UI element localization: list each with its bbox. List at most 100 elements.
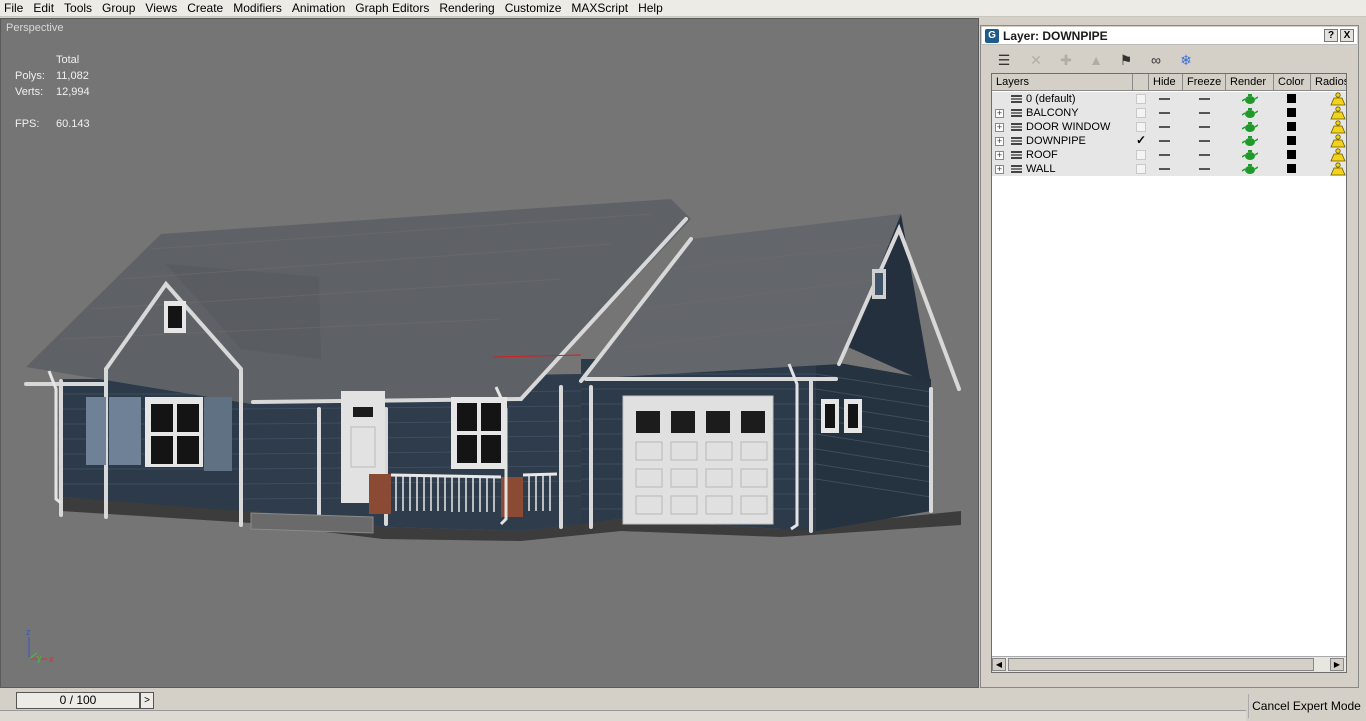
cancel-expert-mode-button[interactable]: Cancel Expert Mode (1248, 694, 1364, 718)
layer-dialog-title: Layer: DOWNPIPE (1003, 28, 1108, 43)
expand-icon[interactable]: + (995, 165, 1004, 174)
layer-color-swatch[interactable] (1287, 94, 1296, 103)
freeze-all-icon[interactable]: ❄ (1177, 51, 1195, 69)
radiosity-teapot-icon[interactable] (1330, 120, 1346, 134)
layer-icon (1011, 109, 1022, 117)
hide-toggle[interactable] (1159, 98, 1170, 100)
scroll-left-icon[interactable]: ◀ (992, 658, 1006, 671)
layer-name[interactable]: BALCONY (1026, 106, 1079, 120)
layer-dialog-titlebar[interactable]: G Layer: DOWNPIPE (982, 27, 1357, 45)
layer-icon (1011, 95, 1022, 103)
render-teapot-icon[interactable] (1242, 93, 1258, 105)
layer-color-swatch[interactable] (1287, 164, 1296, 173)
horizontal-scrollbar[interactable]: ◀ ▶ (992, 656, 1346, 672)
menu-maxscript[interactable]: MAXScript (566, 0, 633, 16)
menu-graph-editors[interactable]: Graph Editors (350, 0, 434, 16)
layer-name[interactable]: 0 (default) (1026, 92, 1076, 106)
layer-row[interactable]: + ROOF (992, 148, 1346, 162)
col-radios[interactable]: Radios (1311, 74, 1346, 91)
current-layer-checkbox[interactable] (1136, 164, 1146, 174)
freeze-toggle[interactable] (1199, 154, 1210, 156)
menu-tools[interactable]: Tools (59, 0, 97, 16)
select-objects-icon[interactable]: ▲ (1087, 51, 1105, 69)
col-layers[interactable]: Layers (992, 74, 1133, 91)
delete-layer-icon[interactable]: ✕ (1027, 51, 1045, 69)
current-layer-checkbox[interactable] (1136, 122, 1146, 132)
menu-rendering[interactable]: Rendering (434, 0, 499, 16)
track-bar[interactable] (0, 710, 1246, 721)
render-teapot-icon[interactable] (1242, 149, 1258, 161)
render-teapot-icon[interactable] (1242, 135, 1258, 147)
layer-name[interactable]: ROOF (1026, 148, 1058, 162)
layer-icon (1011, 137, 1022, 145)
col-freeze[interactable]: Freeze (1183, 74, 1226, 91)
render-teapot-icon[interactable] (1242, 121, 1258, 133)
hide-toggle[interactable] (1159, 140, 1170, 142)
current-layer-checkbox[interactable]: ✓ (1136, 134, 1146, 146)
layer-row[interactable]: + BALCONY (992, 106, 1346, 120)
col-color[interactable]: Color (1274, 74, 1311, 91)
expand-icon[interactable]: + (995, 151, 1004, 160)
radiosity-teapot-icon[interactable] (1330, 162, 1346, 176)
layer-dialog: G Layer: DOWNPIPE ? X ☰ ✕ ✚ ▲ ⚑ ∞ ❄ Laye… (980, 25, 1359, 688)
menu-group[interactable]: Group (97, 0, 140, 16)
radiosity-teapot-icon[interactable] (1330, 106, 1346, 120)
help-button[interactable]: ? (1324, 29, 1338, 42)
menu-views[interactable]: Views (140, 0, 182, 16)
col-current[interactable] (1133, 74, 1149, 91)
highlight-icon[interactable]: ⚑ (1117, 51, 1135, 69)
current-layer-checkbox[interactable] (1136, 94, 1146, 104)
close-button[interactable]: X (1340, 29, 1354, 42)
perspective-viewport[interactable]: Perspective Total Polys: 11,082 Verts: 1… (0, 18, 979, 688)
layer-name[interactable]: DOWNPIPE (1026, 134, 1086, 148)
current-layer-checkbox[interactable] (1136, 108, 1146, 118)
hide-toggle[interactable] (1159, 112, 1170, 114)
menu-modifiers[interactable]: Modifiers (228, 0, 287, 16)
freeze-toggle[interactable] (1199, 98, 1210, 100)
freeze-toggle[interactable] (1199, 140, 1210, 142)
new-layer-icon[interactable]: ☰ (995, 51, 1013, 69)
layer-name[interactable]: WALL (1026, 162, 1056, 176)
hide-toggle[interactable] (1159, 126, 1170, 128)
next-frame-button[interactable]: > (140, 692, 154, 709)
radiosity-teapot-icon[interactable] (1330, 148, 1346, 162)
layer-row[interactable]: 0 (default) (992, 92, 1346, 106)
menu-create[interactable]: Create (182, 0, 228, 16)
menu-file[interactable]: File (0, 0, 28, 16)
layer-color-swatch[interactable] (1287, 122, 1296, 131)
radiosity-teapot-icon[interactable] (1330, 92, 1346, 106)
layer-row[interactable]: + DOOR WINDOW (992, 120, 1346, 134)
menu-customize[interactable]: Customize (500, 0, 567, 16)
max-logo-icon: G (985, 28, 999, 43)
menu-animation[interactable]: Animation (287, 0, 350, 16)
col-render[interactable]: Render (1226, 74, 1274, 91)
house-model[interactable] (1, 19, 979, 688)
layer-row[interactable]: + DOWNPIPE ✓ (992, 134, 1346, 148)
expand-icon[interactable]: + (995, 123, 1004, 132)
time-slider[interactable]: 0 / 100 (16, 692, 140, 709)
right-wall (816, 359, 931, 531)
layer-color-swatch[interactable] (1287, 150, 1296, 159)
layer-color-swatch[interactable] (1287, 108, 1296, 117)
expand-icon[interactable]: + (995, 109, 1004, 118)
layer-name[interactable]: DOOR WINDOW (1026, 120, 1110, 134)
render-teapot-icon[interactable] (1242, 107, 1258, 119)
scroll-thumb[interactable] (1008, 658, 1314, 671)
hide-toggle[interactable] (1159, 154, 1170, 156)
layer-color-swatch[interactable] (1287, 136, 1296, 145)
radiosity-teapot-icon[interactable] (1330, 134, 1346, 148)
layer-row[interactable]: + WALL (992, 162, 1346, 176)
render-teapot-icon[interactable] (1242, 163, 1258, 175)
scroll-right-icon[interactable]: ▶ (1330, 658, 1344, 671)
col-hide[interactable]: Hide (1149, 74, 1183, 91)
menu-help[interactable]: Help (633, 0, 668, 16)
current-layer-checkbox[interactable] (1136, 150, 1146, 160)
hide-toggle[interactable] (1159, 168, 1170, 170)
hide-all-icon[interactable]: ∞ (1147, 51, 1165, 69)
expand-icon[interactable]: + (995, 137, 1004, 146)
menu-edit[interactable]: Edit (28, 0, 59, 16)
freeze-toggle[interactable] (1199, 126, 1210, 128)
add-to-layer-icon[interactable]: ✚ (1057, 51, 1075, 69)
freeze-toggle[interactable] (1199, 168, 1210, 170)
freeze-toggle[interactable] (1199, 112, 1210, 114)
